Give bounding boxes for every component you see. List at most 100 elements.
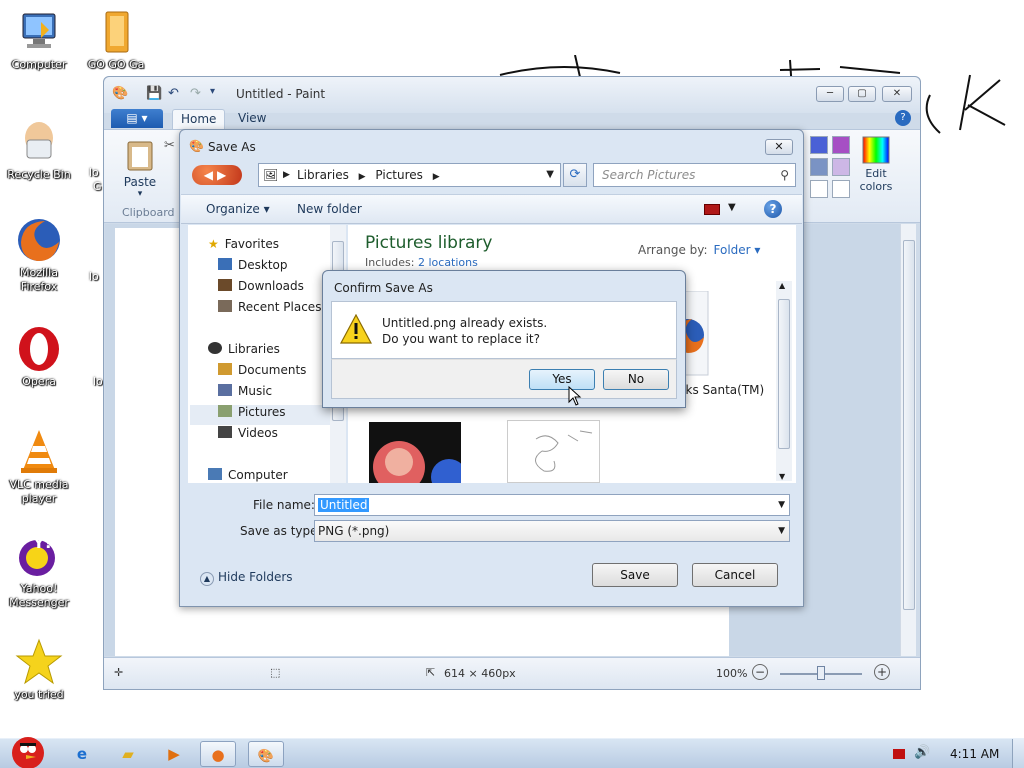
save-button[interactable]: Save [592,563,678,587]
paint-app-icon[interactable]: 🎨 [112,86,128,101]
view-options-icon[interactable] [704,204,720,215]
nav-documents[interactable]: Documents [218,363,306,377]
vertical-scrollbar[interactable] [900,224,916,656]
nav-libraries[interactable]: Libraries [208,342,280,356]
no-button[interactable]: No [603,369,669,390]
desktop-icon-recycle-bin[interactable]: Recycle Bin [1,118,77,182]
cancel-button[interactable]: Cancel [692,563,778,587]
tray-flag-icon[interactable] [893,749,905,759]
file-menu-button[interactable]: ▤ ▾ [111,109,163,128]
taskbar-paint[interactable]: 🎨 [248,741,284,767]
chevron-up-icon[interactable]: ▲ [779,281,785,290]
zoom-in-button[interactable]: + [874,664,890,680]
refresh-button[interactable]: ⟳ [563,163,587,187]
search-placeholder: Search Pictures [602,168,696,182]
close-button[interactable]: ✕ [765,139,793,155]
desktop-icon-gogo[interactable]: GO GO Ga [78,8,154,72]
close-button[interactable]: ✕ [882,86,912,102]
save-type-value: PNG (*.png) [318,524,390,538]
address-segment-pictures[interactable]: Pictures [375,168,423,182]
address-bar[interactable]: 🖼 ▶ Libraries ▶ Pictures ▶ ▼ [258,163,561,187]
help-icon[interactable]: ? [764,200,782,218]
paste-button[interactable]: Paste ▾ [120,138,160,199]
desktop-icon-you-tried[interactable]: you tried [1,638,77,702]
redo-icon[interactable]: ↷ [190,86,201,101]
help-icon[interactable]: ? [895,110,911,126]
back-forward-buttons[interactable]: ◀▶ [192,165,242,185]
edit-colors-button[interactable]: Edit colors [856,136,896,193]
chevron-right-icon: ▶ [358,172,366,182]
desktop-icon-opera[interactable]: Opera [1,325,77,389]
image-thumbnail[interactable] [507,420,600,483]
customize-qat-icon[interactable]: ▾ [210,86,215,97]
show-desktop-button[interactable] [1012,739,1024,768]
warning-icon [340,314,372,344]
clock[interactable]: 4:11 AM [950,747,999,761]
save-icon[interactable]: 💾 [146,86,162,101]
nav-favorites[interactable]: ★ Favorites [208,237,279,251]
scrollbar-thumb[interactable] [778,299,790,449]
yahoo-messenger-icon: Y! [15,532,63,580]
desktop-icon-yahoo[interactable]: Y! Yahoo! Messenger [1,532,77,610]
undo-icon[interactable]: ↶ [168,86,179,101]
image-thumbnail[interactable] [369,422,461,483]
start-button[interactable] [4,729,48,768]
cut-icon[interactable]: ✂ [164,138,175,153]
tab-view[interactable]: View [230,109,274,129]
tab-home[interactable]: Home [172,109,226,129]
hide-folders-button[interactable]: ▲ Hide Folders [200,570,293,586]
minimize-button[interactable]: ─ [816,86,844,102]
nav-music[interactable]: Music [218,384,272,398]
taskbar-ie[interactable]: e [64,741,100,767]
cursor-position-icon: ✛ [114,666,124,679]
desktop-icon-vlc[interactable]: VLC media player [1,428,77,506]
taskbar-firefox[interactable]: ● [200,741,236,767]
sketch-thumbnail [535,430,593,472]
desktop-partial-label: lo [89,166,99,179]
taskbar-explorer[interactable]: ▰ [110,741,146,767]
search-input[interactable]: Search Pictures ⚲ [593,163,796,187]
zoom-slider-thumb[interactable] [817,666,825,680]
maximize-button[interactable]: ▢ [848,86,876,102]
color-swatch[interactable] [832,180,850,198]
color-swatch[interactable] [832,158,850,176]
zoom-out-button[interactable]: − [752,664,768,680]
scrollbar-thumb[interactable] [903,240,915,610]
nav-computer[interactable]: Computer [208,468,288,482]
color-swatch[interactable] [810,136,828,154]
taskbar-media-player[interactable]: ▶ [156,741,192,767]
nav-recent-places[interactable]: Recent Places [218,300,321,314]
nav-videos[interactable]: Videos [218,426,278,440]
arrange-by-dropdown[interactable]: Folder ▾ [714,243,761,257]
vlc-cone-icon [15,428,63,476]
address-dropdown-icon[interactable]: ▼ [546,164,554,186]
color-swatch[interactable] [832,136,850,154]
chevron-down-icon[interactable]: ▼ [779,472,785,481]
firefox-icon [15,216,63,264]
save-type-select[interactable]: PNG (*.png) ▼ [314,520,790,542]
chevron-down-icon[interactable]: ▼ [778,521,785,541]
color-swatch[interactable] [810,180,828,198]
organize-button[interactable]: Organize ▾ [206,202,270,216]
nav-pictures[interactable]: Pictures [218,405,286,419]
content-scrollbar[interactable]: ▲ ▼ [776,281,792,481]
desktop-icon-computer[interactable]: Computer [1,8,77,72]
chevron-down-icon[interactable]: ▼ [728,202,736,213]
nav-desktop[interactable]: Desktop [218,258,288,272]
chevron-down-icon[interactable]: ▼ [778,495,785,515]
desktop-icon-firefox[interactable]: Mozilla Firefox [1,216,77,294]
edit-colors-label: Edit colors [859,167,893,193]
yes-button[interactable]: Yes [529,369,595,390]
confirm-message-area: Untitled.png already exists. Do you want… [331,301,677,359]
locations-link[interactable]: 2 locations [418,256,478,269]
color-swatch[interactable] [810,158,828,176]
file-name-input[interactable]: Untitled ▼ [314,494,790,516]
new-folder-button[interactable]: New folder [297,202,362,216]
address-segment-libraries[interactable]: Libraries [297,168,349,182]
nav-downloads[interactable]: Downloads [218,279,304,293]
library-includes: Includes: 2 locations [365,256,478,269]
confirm-dialog-title: Confirm Save As [334,281,433,295]
paint-icon: 🎨 [257,749,275,764]
volume-icon[interactable]: 🔊 [914,745,930,760]
folder-icon [92,8,140,56]
